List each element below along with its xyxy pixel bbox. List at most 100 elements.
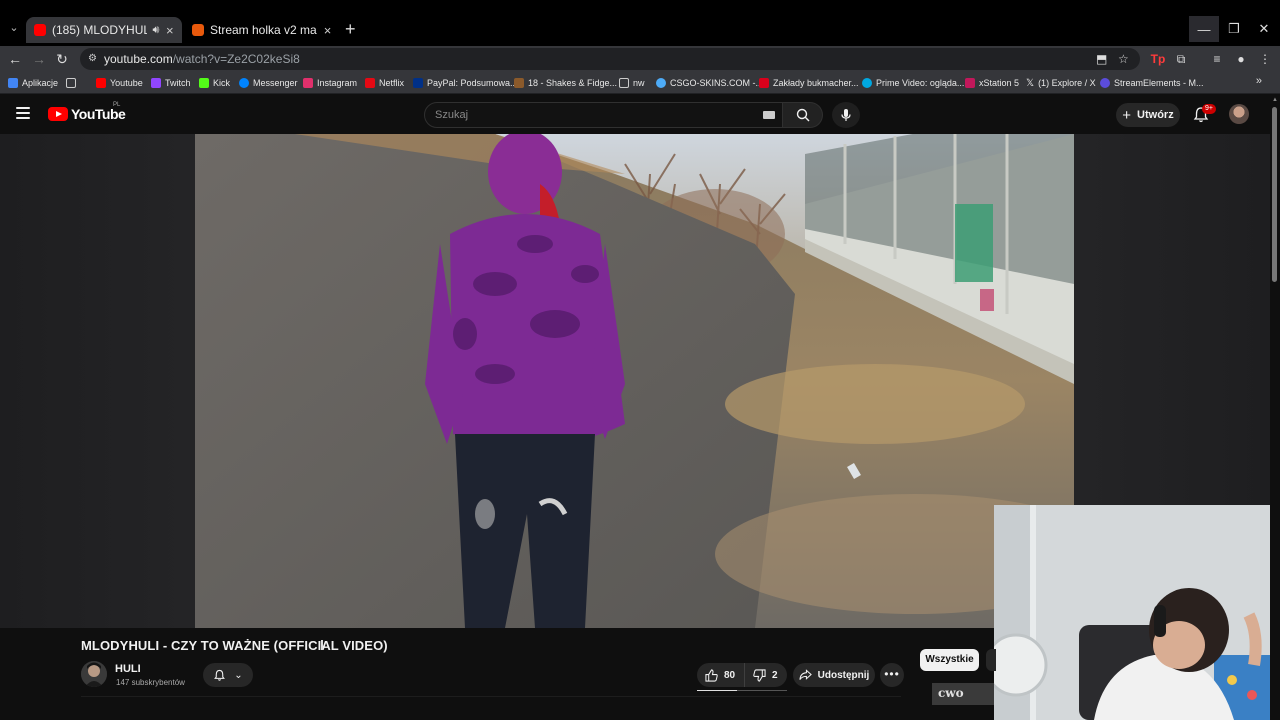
bookmark-youtube[interactable]: Youtube [96,75,143,91]
share-label: Udostępnij [817,669,870,681]
search-box[interactable] [424,102,783,128]
webcam-frame [994,505,1270,720]
logo-text: YouTube [71,106,126,122]
close-tab-icon[interactable]: × [165,23,174,38]
bookmarks-bar: Aplikacje Youtube Twitch Kick Messenger … [0,72,1280,94]
create-label: Utwórz [1137,109,1174,121]
tab-search-chevron-icon[interactable]: ⌄ [6,20,22,36]
chevron-down-icon: ⌄ [234,669,243,681]
instagram-icon [303,78,313,88]
extension-icon[interactable]: Tp [1150,51,1166,67]
minimize-button[interactable]: — [1189,16,1219,42]
notification-badge: 9+ [1202,104,1216,114]
create-button[interactable]: + Utwórz [1116,103,1180,127]
thumbs-down-icon [753,668,766,682]
keyboard-icon[interactable] [763,111,775,119]
new-tab-button[interactable]: + [345,20,356,38]
reload-button[interactable]: ↻ [53,50,71,68]
url-text[interactable]: youtube.com/watch?v=Ze2C02keSi8 [104,52,300,66]
dislike-button[interactable]: 2 [745,668,778,682]
browser-menu-icon[interactable]: ⋮ [1257,51,1273,67]
video-title: MLODYHULI - CZY TO WAŻNE (OFFICIAL VIDEO… [81,638,388,653]
youtube-favicon-icon [34,24,46,36]
channel-name[interactable]: HULI [115,663,141,675]
video-player[interactable] [195,134,1074,628]
bukmacher-icon [759,78,769,88]
search-button[interactable] [783,102,823,128]
media-control-icon[interactable]: ≡ [1209,51,1225,67]
scrollbar-thumb[interactable] [1272,107,1277,282]
bookmark-paypal[interactable]: PayPal: Podsumowa... [413,75,518,91]
user-avatar[interactable] [1229,104,1249,124]
site-info-icon[interactable]: ⚙ [88,52,102,66]
more-bookmarks-chevron-icon[interactable]: » [1256,75,1262,87]
tab-strip: ⌄ (185) MLODYHULI - CZY TO 🔊︎ × Stream h… [0,0,1280,46]
bookmark-kick[interactable]: Kick [199,75,230,91]
bookmark-messenger[interactable]: Messenger [239,75,298,91]
voice-search-button[interactable] [832,102,860,128]
share-arrow-icon [799,669,812,680]
install-app-icon[interactable]: ⬒ [1096,52,1107,66]
menu-hamburger-icon[interactable] [16,107,30,119]
scroll-up-icon[interactable]: ▲ [1272,97,1278,103]
like-ratio-bar [697,690,787,691]
youtube-play-logo-icon [48,107,68,121]
extensions-puzzle-icon[interactable]: ⧉ [1173,51,1189,67]
speaker-icon[interactable]: 🔊︎ [153,24,160,37]
back-button[interactable]: ← [6,50,24,68]
subscriber-count: 147 subskrybentów [116,678,185,687]
chip-next[interactable] [986,649,996,671]
more-actions-button[interactable]: ••• [880,663,904,687]
bookmark-x[interactable]: 𝕏 (1) Explore / X [1026,75,1096,91]
csgo-skins-icon [656,78,666,88]
chip-all[interactable]: Wszystkie [920,649,979,671]
like-dislike-group: 80 2 [697,663,787,687]
bookmark-xstation[interactable]: xStation 5 [965,75,1019,91]
bookmark-netflix[interactable]: Netflix [365,75,404,91]
messenger-icon [239,78,249,88]
like-count: 80 [724,669,736,681]
bookmark-folder-nw[interactable]: nw [619,75,645,91]
tab-stream[interactable]: Stream holka v2 mastered by h × [184,17,340,43]
bookmark-instagram[interactable]: Instagram [303,75,357,91]
bookmark-apps[interactable]: Aplikacje [8,75,58,91]
share-button[interactable]: Udostępnij [793,663,875,687]
tab-title: Stream holka v2 mastered by h [210,23,317,37]
text-cursor-icon [321,640,323,650]
bookmark-star-icon[interactable]: ☆ [1118,52,1129,66]
bookmark-streamelements[interactable]: StreamElements - M... [1100,75,1204,91]
restore-button[interactable]: ❐ [1219,16,1249,42]
close-window-button[interactable]: ✕ [1249,16,1279,42]
search-input[interactable] [435,107,735,123]
watch-page: MLODYHULI - CZY TO WAŻNE (OFFICIAL VIDEO… [0,134,1270,720]
twitch-icon [151,78,161,88]
channel-avatar[interactable] [81,661,107,687]
bookmark-bukmacher[interactable]: Zakłady bukmacher... [759,75,859,91]
bookmark-prime[interactable]: Prime Video: ogląda... [862,75,964,91]
bookmark-shakes[interactable]: 18 - Shakes & Fidge... [514,75,617,91]
page-scrollbar[interactable]: ▲ [1270,95,1280,720]
youtube-logo[interactable]: YouTube PL [48,102,126,122]
bookmark-grid[interactable] [66,75,76,91]
shakes-fidget-icon [514,78,524,88]
grid-icon [66,78,76,88]
tab-youtube[interactable]: (185) MLODYHULI - CZY TO 🔊︎ × [26,17,182,43]
description-area[interactable] [81,696,901,720]
streamelements-icon [1100,78,1110,88]
x-logo-icon: 𝕏 [1026,77,1035,89]
like-button[interactable]: 80 [697,663,745,687]
browser-window: ⌄ (185) MLODYHULI - CZY TO 🔊︎ × Stream h… [0,0,1280,720]
thumbs-up-icon [705,668,718,682]
address-bar[interactable]: ⚙ youtube.com/watch?v=Ze2C02keSi8 ⬒ ☆ [80,48,1140,70]
close-tab-icon[interactable]: × [323,23,332,38]
toolbar: ← → ↻ ⚙ youtube.com/watch?v=Ze2C02keSi8 … [0,46,1280,72]
subscription-notifications-button[interactable]: ⌄ [203,663,253,687]
prime-video-icon [862,78,872,88]
bookmark-twitch[interactable]: Twitch [151,75,191,91]
folder-icon [619,78,629,88]
channel-avatar-image [81,661,107,687]
forward-button[interactable]: → [30,50,48,68]
profile-icon[interactable]: ● [1233,51,1249,67]
bookmark-csgo[interactable]: CSGO-SKINS.COM -... [656,75,763,91]
recommended-thumbnail[interactable]: cwo [932,683,994,705]
